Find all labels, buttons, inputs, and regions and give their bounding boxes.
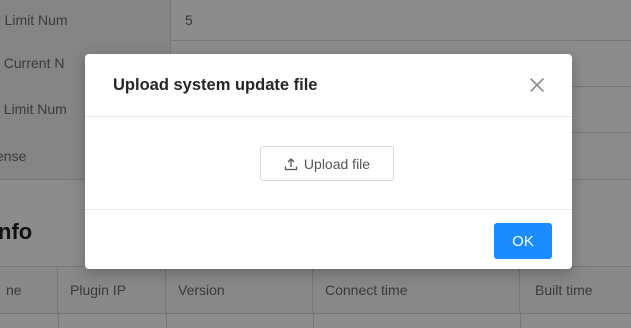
dialog-footer: OK <box>85 209 572 270</box>
upload-file-label: Upload file <box>303 155 371 172</box>
upload-file-button[interactable]: Upload file <box>260 146 394 181</box>
upload-icon <box>284 157 298 171</box>
upload-dialog: Upload system update file Upload file OK <box>85 54 572 269</box>
close-icon[interactable] <box>528 76 546 94</box>
dialog-header: Upload system update file <box>85 54 572 117</box>
ok-button[interactable]: OK <box>494 223 552 259</box>
dialog-body: Upload file <box>85 116 572 209</box>
dialog-title: Upload system update file <box>113 76 318 94</box>
